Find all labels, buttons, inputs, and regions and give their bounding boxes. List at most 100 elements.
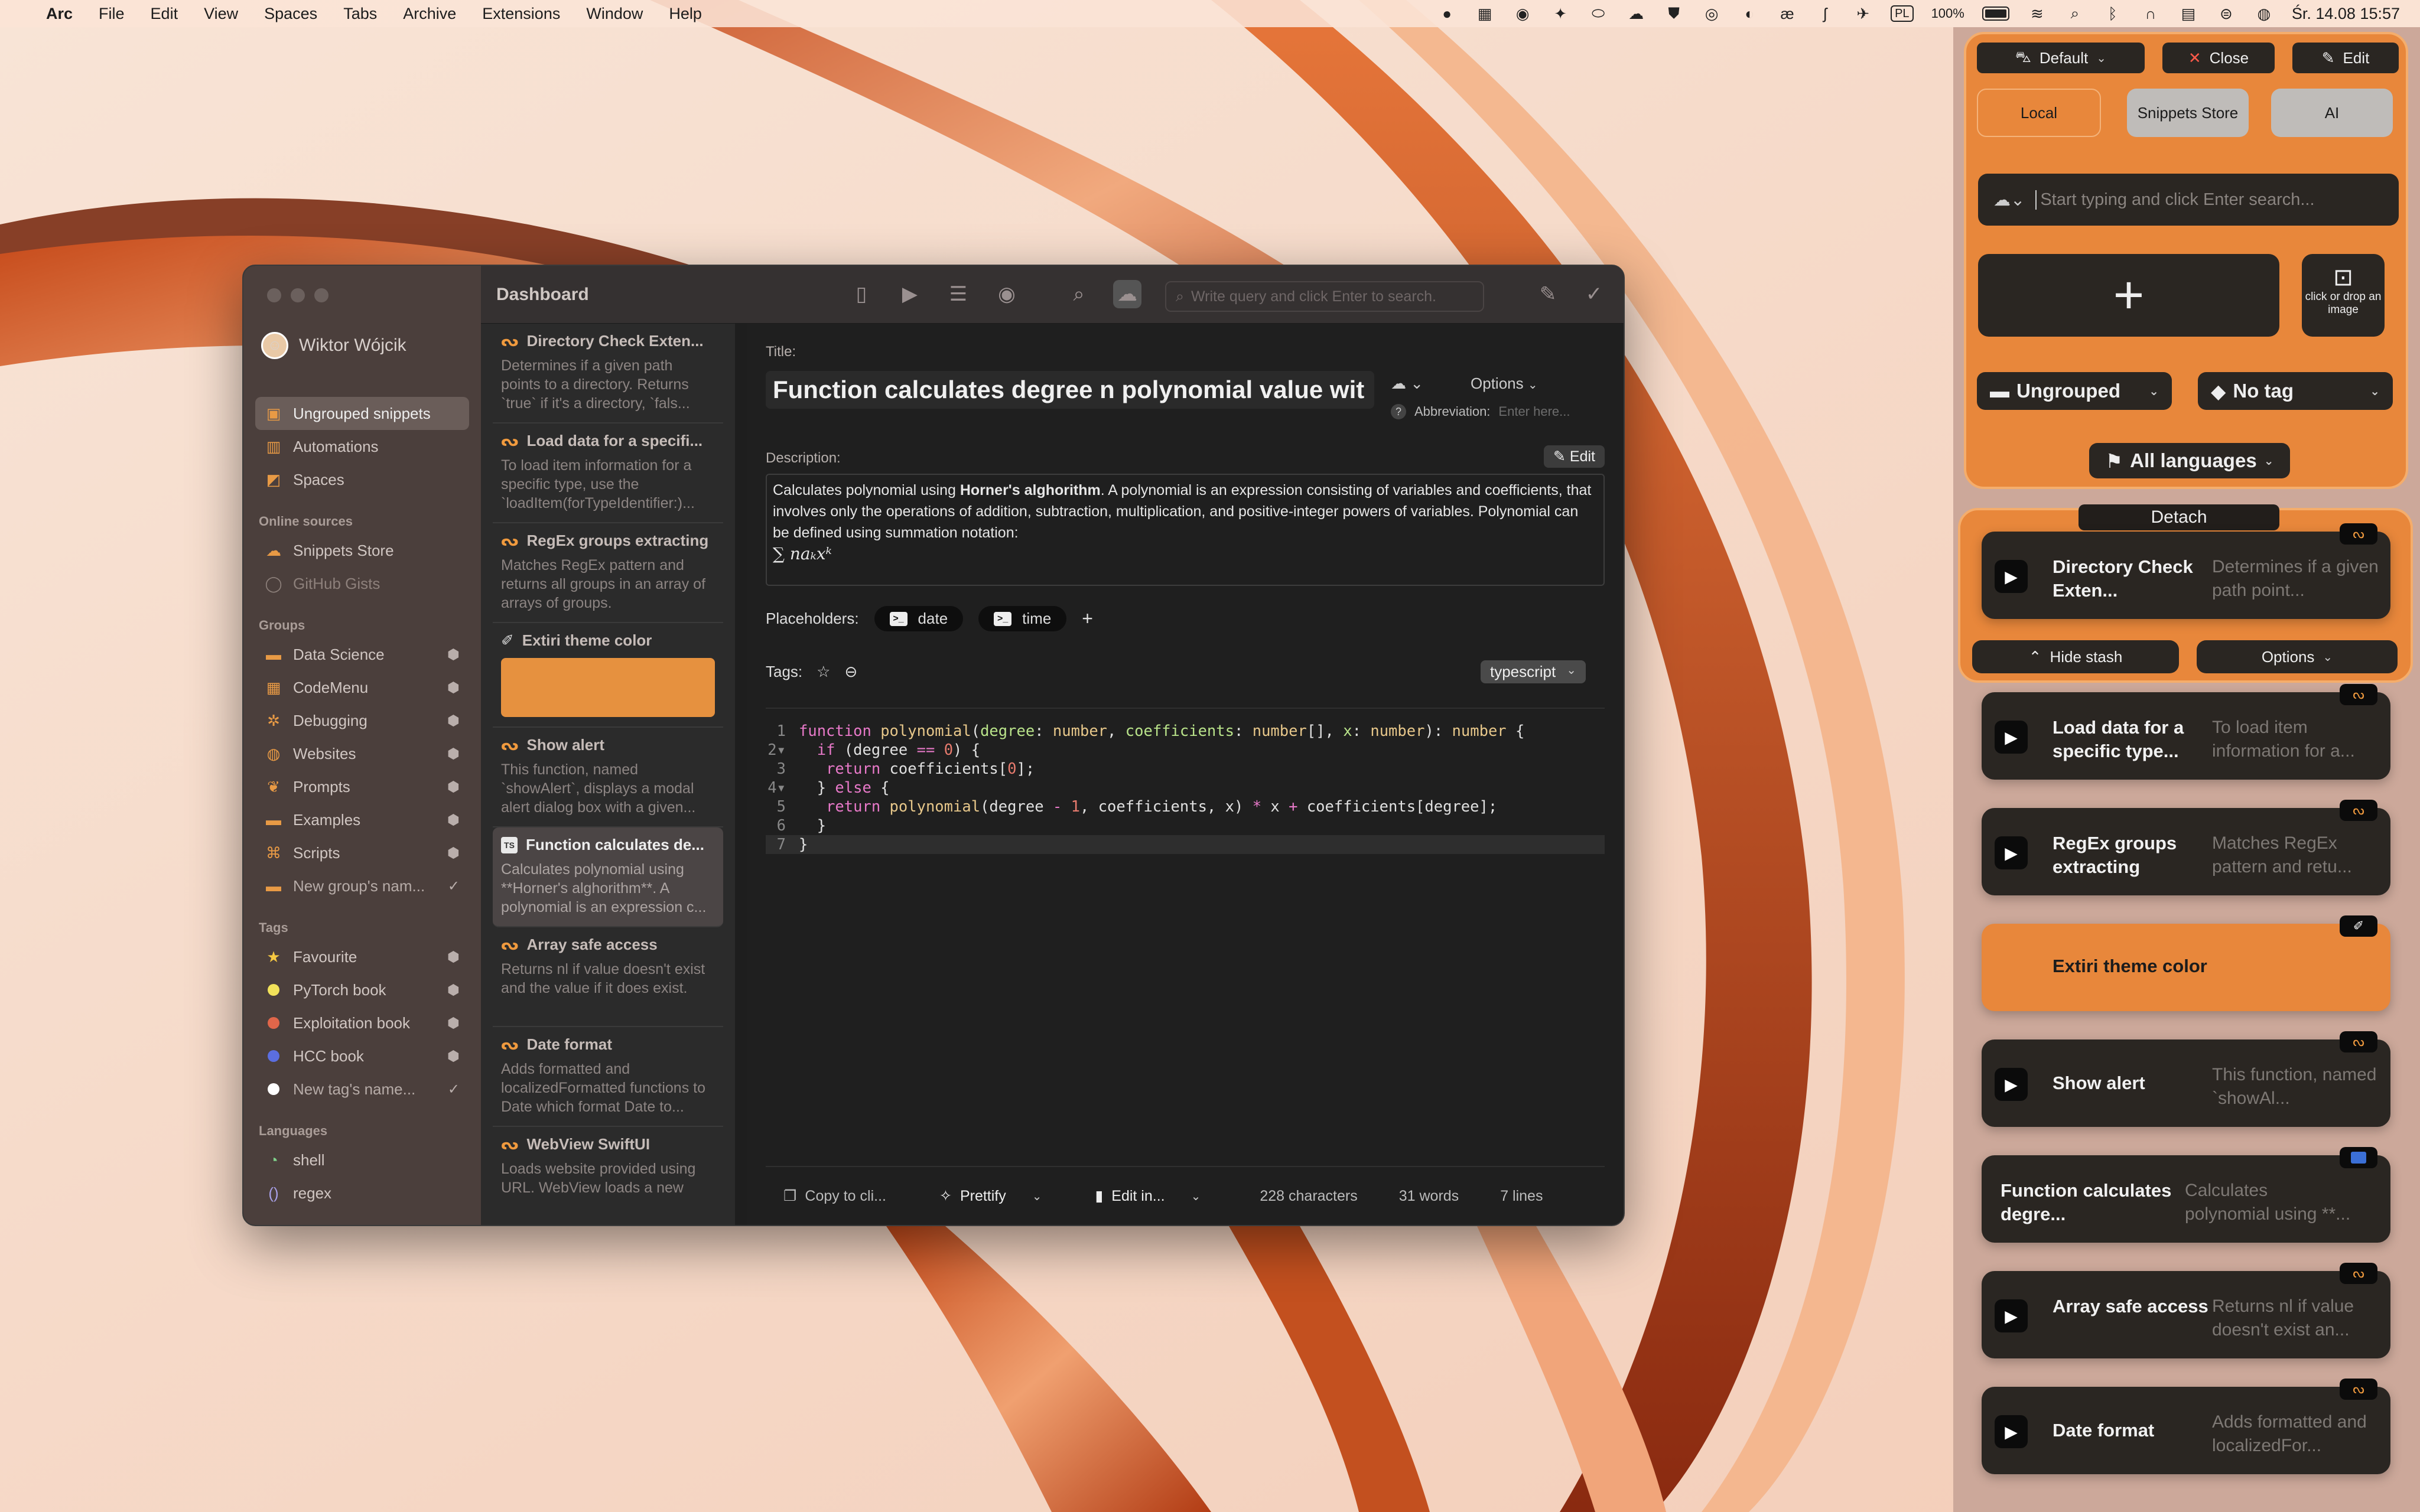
- cube-icon[interactable]: ⬢: [447, 812, 460, 829]
- cube-icon[interactable]: ⬢: [447, 949, 460, 966]
- sidebar-new-tag[interactable]: New tag's name... ✓: [255, 1073, 469, 1106]
- panel-card-date-format[interactable]: ᔓ ▶ Date format Adds formatted and local…: [1982, 1379, 2390, 1474]
- panel-card-load-data[interactable]: ᔓ ▶ Load data for a specific type... To …: [1982, 684, 2390, 780]
- sidebar-group-codemenu[interactable]: ▦ CodeMenu ⬢: [255, 671, 469, 704]
- status-app-icon[interactable]: ◉: [1512, 5, 1533, 22]
- panel-card-show-alert[interactable]: ᔓ ▶ Show alert This function, named `sho…: [1982, 1031, 2390, 1127]
- user-profile[interactable]: ☺ Wiktor Wójcik: [261, 332, 406, 359]
- close-window-button[interactable]: [267, 288, 281, 302]
- sidebar-item-automations[interactable]: ▥ Automations: [255, 430, 469, 463]
- options-dropdown[interactable]: Options ⌄: [1471, 374, 1538, 393]
- input-language-indicator[interactable]: PL: [1891, 5, 1914, 22]
- cube-icon[interactable]: ⬢: [447, 646, 460, 663]
- sidebar-toggle-icon[interactable]: ▯: [847, 280, 876, 308]
- preview-eye-icon[interactable]: ◉: [993, 280, 1021, 308]
- checkmark-icon[interactable]: ✓: [1580, 280, 1608, 308]
- play-icon[interactable]: ▶: [1995, 1299, 2028, 1332]
- calendar-icon[interactable]: ▤: [2178, 5, 2198, 22]
- menu-view[interactable]: View: [204, 5, 238, 23]
- copy-to-clipboard-button[interactable]: ❐ Copy to cli...: [783, 1187, 886, 1205]
- grid-app-icon[interactable]: ▦: [1475, 5, 1495, 22]
- cloud-icon[interactable]: ☁: [1626, 5, 1646, 22]
- sidebar-item-ungrouped[interactable]: ▣ Ungrouped snippets: [255, 397, 469, 430]
- sidebar-tag-favourite[interactable]: ★ Favourite ⬢: [255, 940, 469, 973]
- tab-snippets-store[interactable]: Snippets Store: [2127, 89, 2249, 137]
- more-circle-icon[interactable]: ⊖: [844, 663, 857, 681]
- play-icon[interactable]: ▶: [1995, 1068, 2028, 1101]
- snippet-item-webview-swiftui[interactable]: ᔓ WebView SwiftUI Loads website provided …: [493, 1127, 723, 1225]
- add-placeholder-icon[interactable]: +: [1082, 608, 1093, 630]
- profile-dropdown[interactable]: ⛍ Default ⌄: [1977, 43, 2145, 73]
- snippet-item-array-safe-access[interactable]: ᔓ Array safe access Returns nl if value d…: [493, 927, 723, 1027]
- placeholder-chip-date[interactable]: >_ date: [874, 606, 964, 631]
- tag-filter-dropdown[interactable]: ◆ No tag ⌄: [2198, 372, 2393, 410]
- snippet-item-date-format[interactable]: ᔓ Date format Adds formatted and localize…: [493, 1027, 723, 1127]
- cube-icon[interactable]: ⬢: [447, 845, 460, 862]
- snippet-item-directory-check[interactable]: ᔓ Directory Check Exten... Determines if …: [493, 324, 723, 423]
- sidebar-group-data-science[interactable]: ▬ Data Science ⬢: [255, 638, 469, 671]
- snippet-item-show-alert[interactable]: ᔓ Show alert This function, named `showAl…: [493, 728, 723, 827]
- play-icon[interactable]: ▶: [1995, 1415, 2028, 1448]
- ai-brain-icon[interactable]: ☁⌄: [1993, 190, 2025, 210]
- snippet-app-icon[interactable]: ʃ: [1815, 5, 1835, 22]
- drive-icon[interactable]: ⬭: [1588, 4, 1608, 22]
- tab-ai[interactable]: AI: [2271, 89, 2393, 137]
- layout-icon[interactable]: ☰: [944, 280, 972, 308]
- sidebar-item-snippets-store[interactable]: ☁ Snippets Store: [255, 534, 469, 567]
- dice-app-icon[interactable]: ✦: [1550, 5, 1570, 22]
- sidebar-group-debugging[interactable]: ✲ Debugging ⬢: [255, 704, 469, 737]
- sidebar-group-examples[interactable]: ▬ Examples ⬢: [255, 803, 469, 836]
- menu-archive[interactable]: Archive: [403, 5, 456, 23]
- play-icon[interactable]: ▶: [1995, 560, 2028, 593]
- add-snippet-button[interactable]: +: [1978, 254, 2279, 337]
- play-icon[interactable]: ▶: [1995, 836, 2028, 869]
- dashboard-search-input[interactable]: ⌕ Write query and click Enter to search.: [1165, 281, 1484, 312]
- panel-search-input[interactable]: ☁⌄ Start typing and click Enter search..…: [1978, 174, 2399, 226]
- bluetooth-icon[interactable]: ᛒ: [2103, 5, 2123, 22]
- menu-edit[interactable]: Edit: [151, 5, 178, 23]
- menu-tabs[interactable]: Tabs: [343, 5, 377, 23]
- help-icon[interactable]: ?: [1391, 404, 1406, 419]
- sidebar-new-group[interactable]: ▬ New group's nam... ✓: [255, 869, 469, 902]
- snippet-item-function-polynomial[interactable]: TS Function calculates de... Calculates p…: [493, 827, 723, 927]
- bird-icon[interactable]: ✈: [1853, 5, 1873, 22]
- siri-icon[interactable]: ◍: [2254, 5, 2274, 22]
- menu-file[interactable]: File: [99, 5, 125, 23]
- detach-button[interactable]: Detach: [2079, 504, 2279, 530]
- new-tag-input[interactable]: New tag's name...: [293, 1080, 415, 1099]
- wifi-icon[interactable]: ≋: [2027, 5, 2047, 22]
- panel-card-regex-groups[interactable]: ᔓ ▶ RegEx groups extracting Matches RegE…: [1982, 800, 2390, 895]
- shield-icon[interactable]: ⛊: [1664, 4, 1684, 22]
- panel-card-extiri-theme-color[interactable]: ✐ Extiri theme color: [1982, 915, 2390, 1011]
- language-filter-dropdown[interactable]: ⚑ All languages ⌄: [2089, 443, 2290, 478]
- sidebar-tag-hcc-book[interactable]: HCC book ⬢: [255, 1040, 469, 1073]
- sidebar-language-regex[interactable]: () regex: [255, 1177, 469, 1210]
- compose-icon[interactable]: ✎: [1534, 280, 1562, 308]
- abbreviation-input[interactable]: Enter here...: [1498, 404, 1570, 419]
- ai-search-icon[interactable]: ☁: [1113, 280, 1141, 308]
- language-select[interactable]: typescript ⌄: [1480, 660, 1586, 683]
- sidebar-item-spaces[interactable]: ◩ Spaces: [255, 463, 469, 496]
- cube-icon[interactable]: ⬢: [447, 778, 460, 796]
- prettify-button[interactable]: ✧ Prettify ⌄: [939, 1187, 1042, 1205]
- menu-app-name[interactable]: Arc: [46, 5, 73, 23]
- sidebar-group-websites[interactable]: ◍ Websites ⬢: [255, 737, 469, 770]
- sidebar-item-github-gists[interactable]: ◯ GitHub Gists: [255, 567, 469, 600]
- control-center-icon[interactable]: ⊜: [2216, 5, 2236, 22]
- cube-icon[interactable]: ⬢: [447, 679, 460, 696]
- cube-icon[interactable]: ⬢: [447, 1015, 460, 1032]
- battery-icon[interactable]: [1982, 6, 2009, 21]
- minimize-window-button[interactable]: [291, 288, 305, 302]
- checkmark-icon[interactable]: ✓: [448, 878, 460, 895]
- sidebar-tag-pytorch-book[interactable]: PyTorch book ⬢: [255, 973, 469, 1006]
- tab-local[interactable]: Local: [1977, 89, 2101, 137]
- hide-stash-button[interactable]: ⌃ Hide stash: [1972, 640, 2179, 673]
- sidebar-group-prompts[interactable]: ❦ Prompts ⬢: [255, 770, 469, 803]
- cube-icon[interactable]: ⬢: [447, 745, 460, 762]
- sidebar-language-shell[interactable]: ◔ shell: [255, 1143, 469, 1177]
- title-input[interactable]: Function calculates degree n polynomial …: [766, 371, 1374, 409]
- theme-app-icon[interactable]: ◐: [1739, 5, 1759, 22]
- star-icon[interactable]: ☆: [817, 663, 830, 681]
- snippet-item-regex-groups[interactable]: ᔓ RegEx groups extracting Matches RegEx p…: [493, 523, 723, 623]
- snippet-item-extiri-theme-color[interactable]: ✐ Extiri theme color: [493, 623, 723, 728]
